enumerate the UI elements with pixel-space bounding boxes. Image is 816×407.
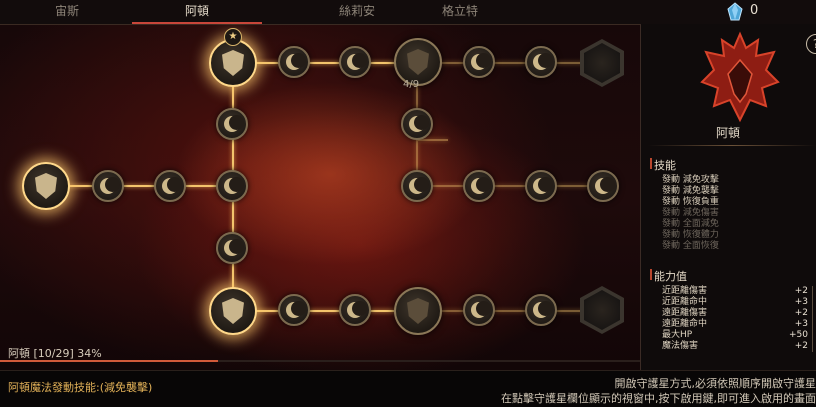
moon-icon xyxy=(533,302,549,318)
moon-node[interactable] xyxy=(339,294,371,326)
moon-node[interactable] xyxy=(525,170,557,202)
stat-label: 魔法傷害 xyxy=(662,341,698,351)
moon-node[interactable] xyxy=(278,46,310,78)
stat-row: 最大HP +50 xyxy=(662,330,812,341)
moon-node[interactable] xyxy=(525,46,557,78)
gem-count: 0 xyxy=(750,3,758,18)
skills-heading: 技能 xyxy=(654,157,676,173)
moon-node[interactable] xyxy=(92,170,124,202)
stat-label: 近距離傷害 xyxy=(662,286,707,296)
skill-item: 發動 全面減免 xyxy=(662,219,719,230)
moon-icon xyxy=(595,178,611,194)
red-demon-crest-icon xyxy=(700,30,780,125)
moon-node[interactable] xyxy=(463,170,495,202)
moon-node[interactable] xyxy=(463,46,495,78)
active-skill-name: 阿頓魔法發動技能:(減免襲擊) xyxy=(8,379,152,395)
stat-value: +3 xyxy=(780,319,808,330)
node-counter: 4/9 xyxy=(403,79,419,90)
panel-divider xyxy=(648,145,816,146)
moon-icon xyxy=(533,178,549,194)
moon-icon xyxy=(409,116,425,132)
guardian-name: 阿頓 xyxy=(628,124,816,141)
shield-icon xyxy=(407,49,429,75)
progress-label: 阿頓 [10/29] 34% xyxy=(8,345,102,361)
moon-icon xyxy=(471,178,487,194)
moon-node[interactable] xyxy=(216,108,248,140)
aton-root-node[interactable] xyxy=(209,39,257,87)
skill-item: 發動 減免傷害 xyxy=(662,208,719,219)
tree-link xyxy=(254,310,404,312)
tab-grit[interactable]: 格立特 xyxy=(395,0,525,24)
moon-node[interactable] xyxy=(216,232,248,264)
moon-icon xyxy=(286,54,302,70)
stat-value: +3 xyxy=(780,297,808,308)
moon-icon xyxy=(286,302,302,318)
stat-value: +2 xyxy=(780,308,808,319)
moon-node[interactable] xyxy=(401,170,433,202)
skill-item: 發動 減免襲擊 xyxy=(662,186,719,197)
moon-icon xyxy=(471,302,487,318)
tab-zeus[interactable]: 宙斯 xyxy=(2,0,132,24)
cross-shield-icon xyxy=(407,298,429,324)
moon-icon xyxy=(347,302,363,318)
moon-node[interactable] xyxy=(216,170,248,202)
shield-icon xyxy=(222,50,244,76)
stat-value: +50 xyxy=(780,330,808,341)
moon-icon xyxy=(347,54,363,70)
blue-gem-icon xyxy=(726,2,744,22)
moon-node[interactable] xyxy=(154,170,186,202)
moon-icon xyxy=(533,54,549,70)
stat-row: 魔法傷害 +2 xyxy=(662,341,812,352)
hint-line-2: 在點擊守護星欄位顯示的視窗中,按下啟用鍵,即可進入啟用的畫面 xyxy=(501,390,816,406)
moon-icon xyxy=(224,178,240,194)
stats-heading: 能力值 xyxy=(654,268,687,284)
guardian-node-lower[interactable] xyxy=(394,287,442,335)
stat-value: +2 xyxy=(780,341,808,352)
left-branch-node[interactable] xyxy=(22,162,70,210)
moon-icon xyxy=(409,178,425,194)
cross-shield-node[interactable] xyxy=(209,287,257,335)
stat-label: 近距離命中 xyxy=(662,297,707,307)
stat-row: 近距離傷害 +2 xyxy=(662,286,812,297)
stat-row: 近距離命中 +3 xyxy=(662,297,812,308)
moon-node[interactable] xyxy=(463,294,495,326)
tree-link xyxy=(418,139,448,141)
stat-label: 最大HP xyxy=(662,330,692,340)
skill-item: 發動 恢復負重 xyxy=(662,197,719,208)
moon-icon xyxy=(471,54,487,70)
tree-link xyxy=(60,185,232,187)
stat-row: 遠距離命中 +3 xyxy=(662,319,812,330)
skill-item: 發動 恢復體力 xyxy=(662,230,719,241)
star-icon: ★ xyxy=(224,28,242,46)
moon-icon xyxy=(224,116,240,132)
tab-bar: 宙斯 阿頓 絲莉安 格立特 xyxy=(0,0,640,25)
shield-icon xyxy=(35,173,57,199)
stat-row: 遠距離傷害 +2 xyxy=(662,308,812,319)
stat-value: +2 xyxy=(780,286,808,297)
progress-fill xyxy=(0,360,218,362)
moon-node[interactable] xyxy=(401,108,433,140)
moon-node[interactable] xyxy=(278,294,310,326)
moon-node[interactable] xyxy=(525,294,557,326)
moon-icon xyxy=(100,178,116,194)
hint-line-1: 開啟守護星方式,必須依照順序開啟守護星 xyxy=(615,375,816,391)
skill-item: 發動 減免攻擊 xyxy=(662,175,719,186)
skill-item: 發動 全面恢復 xyxy=(662,241,719,252)
cross-shield-icon xyxy=(222,298,244,324)
stat-label: 遠距離傷害 xyxy=(662,308,707,318)
tree-link xyxy=(418,185,598,187)
moon-icon xyxy=(162,178,178,194)
stat-label: 遠距離命中 xyxy=(662,319,707,329)
tab-aton[interactable]: 阿頓 xyxy=(132,0,262,24)
moon-node[interactable] xyxy=(339,46,371,78)
tree-link xyxy=(254,62,404,64)
moon-icon xyxy=(224,240,240,256)
moon-node[interactable] xyxy=(587,170,619,202)
